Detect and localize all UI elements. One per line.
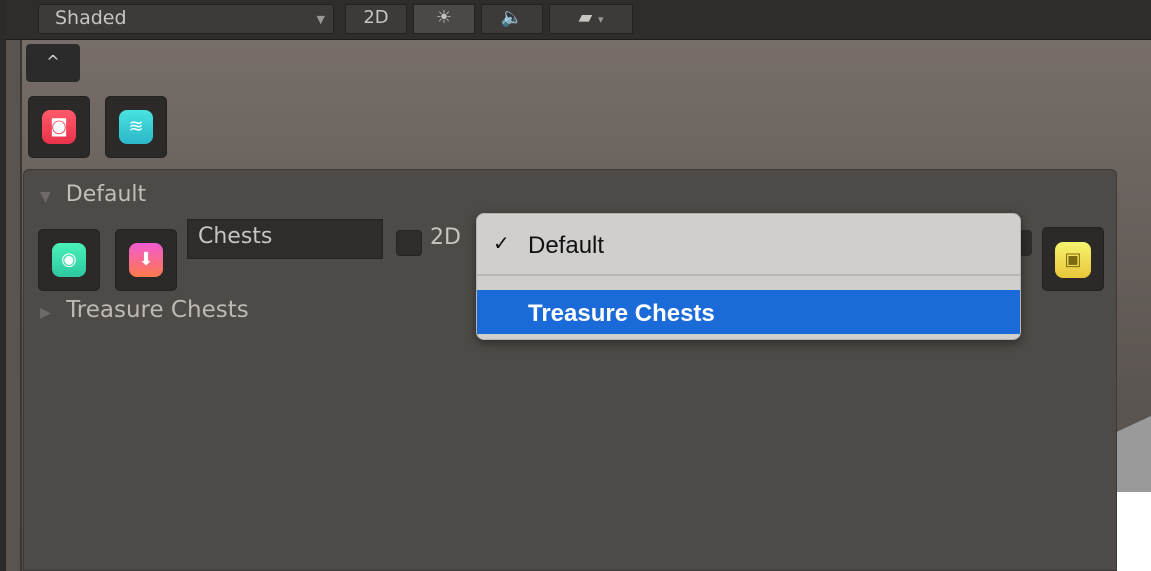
expand-triangle-icon[interactable]: ▼ bbox=[40, 189, 51, 205]
pin-button[interactable]: ⬇ bbox=[115, 229, 177, 291]
menu-item-default[interactable]: ✓ Default bbox=[477, 222, 1020, 266]
layers-icon: ≋ bbox=[119, 110, 153, 144]
2d-label: 2D bbox=[430, 225, 461, 250]
collapse-label: ^ bbox=[46, 52, 60, 71]
panel-header[interactable]: ▼ Default bbox=[40, 182, 146, 207]
image-landscape-icon: ▰ bbox=[578, 7, 593, 28]
camera-icon: ◙ bbox=[42, 110, 76, 144]
left-gutter bbox=[6, 0, 22, 571]
shading-mode-dropdown[interactable]: Shaded ▼ bbox=[38, 4, 334, 34]
layer-name-input[interactable]: Chests bbox=[187, 219, 383, 259]
collapsed-triangle-icon[interactable]: ▶ bbox=[40, 305, 51, 321]
scene-toolbar: Shaded ▼ 2D ☀ 🔈 ▰ ▾ bbox=[6, 0, 1151, 40]
lighting-toggle-button[interactable]: ☀ bbox=[413, 4, 475, 34]
delete-button[interactable]: ▣ bbox=[1042, 227, 1104, 291]
audio-toggle-button[interactable]: 🔈 bbox=[481, 4, 543, 34]
checkmark-icon: ✓ bbox=[493, 233, 510, 255]
2d-checkbox[interactable] bbox=[396, 230, 422, 256]
pin-icon: ⬇ bbox=[129, 243, 163, 277]
collapse-button[interactable]: ^ bbox=[26, 44, 80, 82]
shading-mode-label: Shaded bbox=[55, 7, 127, 29]
effects-dropdown-arrow-icon[interactable]: ▾ bbox=[598, 13, 604, 26]
scene-white-area bbox=[1111, 492, 1151, 571]
layer-name-value: Chests bbox=[198, 224, 273, 249]
toggle-2d-label: 2D bbox=[363, 7, 389, 28]
treasure-chests-label: Treasure Chests bbox=[66, 297, 249, 323]
menu-separator bbox=[477, 274, 1020, 276]
menu-item-treasure-chests[interactable]: Treasure Chests bbox=[477, 290, 1020, 334]
eye-icon: ◉ bbox=[52, 243, 86, 277]
visibility-toggle-button[interactable]: ◉ bbox=[38, 229, 100, 291]
effects-toggle-button[interactable]: ▰ ▾ bbox=[549, 4, 633, 34]
panel-header-label: Default bbox=[65, 182, 147, 207]
treasure-chests-row[interactable]: ▶ Treasure Chests bbox=[40, 297, 249, 323]
speaker-icon: 🔈 bbox=[500, 7, 524, 28]
sun-icon: ☀ bbox=[435, 7, 453, 28]
group-dropdown-menu: ✓ Default Treasure Chests bbox=[476, 213, 1021, 340]
menu-item-label: Treasure Chests bbox=[528, 300, 715, 327]
dropdown-arrow-icon: ▼ bbox=[316, 13, 325, 26]
menu-item-label: Default bbox=[528, 232, 605, 259]
screenshot-button[interactable]: ◙ bbox=[28, 96, 90, 158]
trash-icon: ▣ bbox=[1055, 242, 1091, 278]
toggle-2d-button[interactable]: 2D bbox=[345, 4, 407, 34]
layers-button[interactable]: ≋ bbox=[105, 96, 167, 158]
